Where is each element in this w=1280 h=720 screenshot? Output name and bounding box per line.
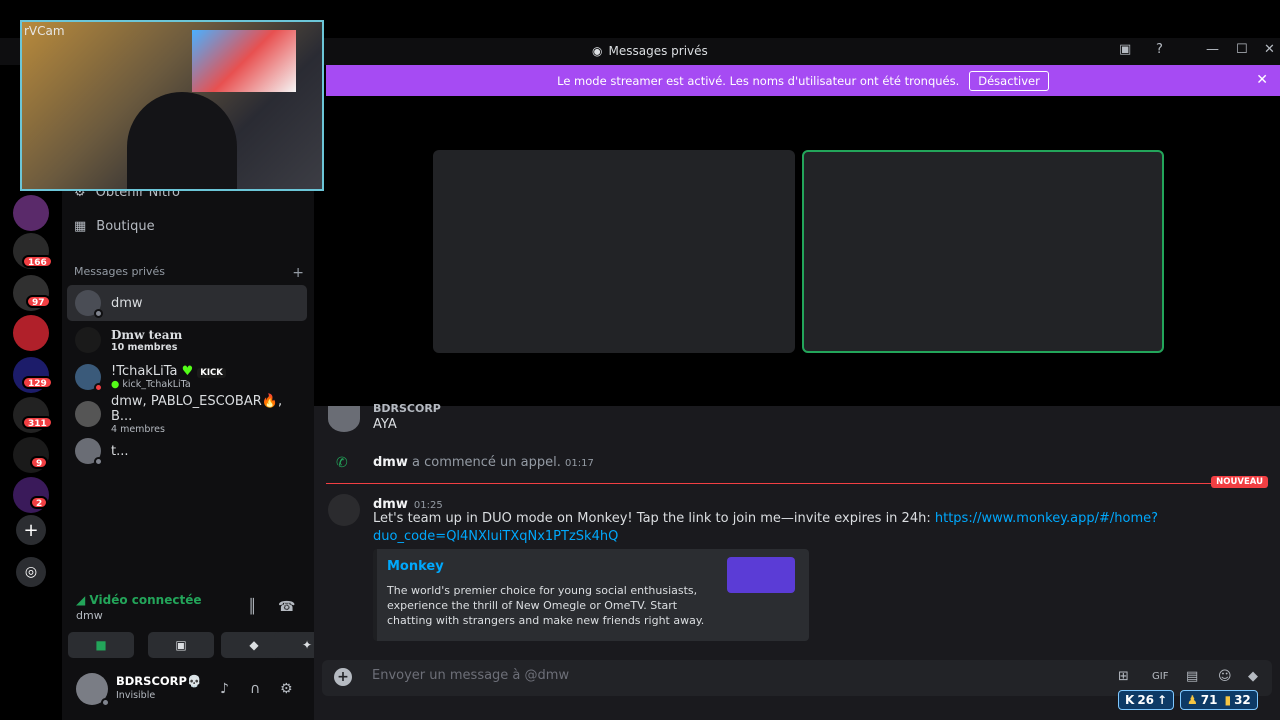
embed-title[interactable]: Monkey [387,559,444,574]
user-name: BDRSCORP💀 [116,674,202,688]
webcam-person [127,92,237,189]
webcam-label: rVCam [24,24,65,38]
avatar [75,290,103,318]
webcam-overlay: rVCam [20,20,324,191]
message-link[interactable]: https://www.monkey.app/#/home? [935,511,1158,526]
dm-header: Messages privés + [74,265,304,281]
window-title: ◉ Messages privés [592,44,708,58]
gif-icon[interactable]: GIF [1152,671,1168,682]
avatar [75,364,103,392]
add-server-icon[interactable]: + [16,515,46,545]
streamer-mode-banner: Le mode streamer est activé. Les noms d'… [326,65,1280,96]
notification-badge: 129 [22,376,53,389]
maximize-button[interactable]: ☐ [1236,42,1248,57]
headphones-icon[interactable]: ∩ [250,681,260,697]
message-author[interactable]: BDRSCORP [373,402,441,415]
message-input[interactable] [372,668,1072,683]
webcam-tv [192,30,296,92]
notification-badge: 2 [30,496,49,509]
dm-item[interactable]: dmw [67,285,307,321]
add-attachment-icon[interactable]: + [334,668,352,686]
gift-icon[interactable]: ⊞ [1118,669,1129,684]
dm-item[interactable]: t... [67,433,307,469]
shop-icon: ▦ [74,219,87,234]
screen-share-button[interactable]: ▣ [148,632,214,658]
avatar[interactable] [328,494,360,526]
voice-channel: dmw [76,609,103,622]
user-panel: BDRSCORP💀 Invisible ♪ ∩ ⚙ [68,665,308,715]
noise-icon[interactable]: ║ [248,599,256,615]
avatar[interactable] [328,406,360,432]
embed-description: The world's premier choice for young soc… [387,584,705,627]
shop-item[interactable]: ▦ Boutique [74,219,155,234]
message-text: Let's team up in DUO mode on Monkey! Tap… [373,511,1159,544]
sticker-icon[interactable]: ▤ [1186,669,1198,684]
new-badge: NOUVEAU [1211,476,1268,488]
video-tile-speaking[interactable] [802,150,1164,353]
apps-icon[interactable]: ◆ [1248,669,1258,684]
gear-icon[interactable]: ⚙ [280,681,293,697]
emoji-icon[interactable]: ☺ [1218,669,1232,684]
voice-status: ◢ Vidéo connectée [76,593,202,607]
discord-icon: ◉ [592,44,603,58]
message-link[interactable]: duo_code=Ql4NXluiTXqNx1PTzSk4hQ [373,529,618,544]
close-icon[interactable]: ✕ [1256,72,1268,88]
notification-badge: 97 [26,295,51,308]
kick-stats: K 26 ↑ [1118,690,1175,710]
call-system-message: dmw a commencé un appel. 01:17 [373,455,594,470]
add-dm-icon[interactable]: + [292,265,304,281]
avatar [75,401,101,427]
message-text: AYA [373,417,397,432]
help-icon[interactable]: ? [1156,42,1163,57]
voice-panel: ◢ Vidéo connectée dmw ║ ☎ ■ ▣ ◆ ✦ BDRSCO… [68,585,340,720]
user-status: Invisible [116,690,156,701]
dm-item[interactable]: Dmw team 10 membres [67,322,307,358]
viewer-stats: ♟ 71 ▮ 32 [1180,690,1258,710]
explore-icon[interactable]: ◎ [16,557,46,587]
avatar [75,327,101,353]
user-icon: ♟ [1187,693,1198,707]
link-embed: Monkey The world's premier choice for yo… [373,549,809,641]
server-icon[interactable] [13,315,49,351]
call-area [326,96,1280,406]
user-avatar[interactable] [76,673,110,707]
notification-badge: 311 [22,416,53,429]
avatar [75,438,103,466]
close-window-button[interactable]: ✕ [1264,42,1275,57]
arrow-up-icon: ↑ [1157,693,1168,707]
notification-badge: 9 [30,456,49,469]
chat-area: BDRSCORP AYA ✆ dmw a commencé un appel. … [314,402,1280,720]
disable-streamer-button[interactable]: Désactiver [969,70,1049,91]
minimize-button[interactable]: — [1206,42,1219,57]
notification-badge: 166 [22,255,53,268]
server-icon[interactable] [13,195,49,231]
signal-icon: ◢ [76,593,86,607]
camera-button[interactable]: ■ [68,632,134,658]
microphone-icon[interactable]: ♪ [220,681,229,697]
new-messages-divider [326,483,1216,484]
bars-icon: ▮ [1224,693,1232,707]
phone-icon: ✆ [336,455,348,471]
disconnect-icon[interactable]: ☎ [278,599,295,615]
video-tile[interactable] [433,150,795,353]
screen-share-icon[interactable]: ▣ [1119,42,1131,57]
banner-text: Le mode streamer est activé. Les noms d'… [557,73,960,88]
kick-icon: K [1125,693,1135,707]
dm-item[interactable]: !TchakLiTa ♥ KICK ● kick_TchakLiTa [67,359,307,395]
embed-thumbnail[interactable] [727,557,795,593]
dm-item[interactable]: dmw, PABLO_ESCOBAR🔥, B... 4 membres [67,394,307,435]
